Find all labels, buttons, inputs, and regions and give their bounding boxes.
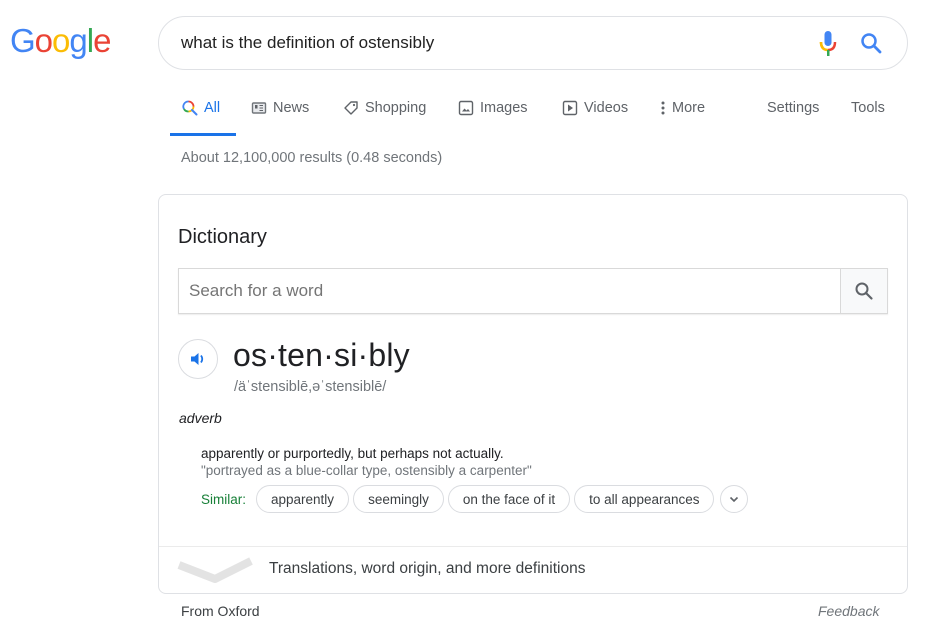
search-bar[interactable]: what is the definition of ostensibly [158, 16, 908, 70]
tab-label: All [204, 100, 221, 116]
tab-shopping[interactable]: Shopping [343, 100, 426, 116]
tab-news[interactable]: News [251, 100, 309, 116]
search-icon [855, 282, 873, 300]
source-attribution: From Oxford [181, 603, 260, 619]
logo-letter: o [34, 22, 53, 59]
tools-link[interactable]: Tools [851, 100, 885, 116]
more-vert-icon [660, 100, 666, 116]
search-icon[interactable] [859, 31, 883, 55]
tab-label: Shopping [365, 100, 427, 116]
pronunciation-button[interactable] [178, 339, 218, 379]
definition: apparently or purportedly, but perhaps n… [201, 446, 504, 461]
tab-label: Images [480, 100, 528, 116]
result-stats: About 12,100,000 results (0.48 seconds) [181, 150, 443, 166]
similar-label: Similar: [201, 491, 247, 507]
chevron-down-icon [177, 557, 253, 583]
tab-label: News [273, 100, 310, 116]
headword: os·ten·si·bly [233, 337, 410, 373]
logo-letter: o [52, 22, 70, 59]
card-title: Dictionary [178, 226, 267, 248]
google-logo[interactable]: Google [10, 22, 111, 60]
chevron-down-icon [730, 496, 739, 503]
tab-videos[interactable]: Videos [562, 100, 628, 116]
image-icon [458, 100, 474, 116]
tab-label: More [672, 100, 706, 116]
similar-chip[interactable]: to all appearances [574, 485, 715, 513]
more-definitions-toggle[interactable]: Translations, word origin, and more defi… [159, 547, 907, 593]
dictionary-search-button[interactable] [841, 269, 887, 313]
logo-letter: g [69, 22, 87, 59]
part-of-speech: adverb [179, 410, 222, 426]
tab-more[interactable]: More [660, 100, 705, 116]
expand-similar-button[interactable] [720, 485, 749, 513]
tab-all[interactable]: All [182, 100, 220, 116]
tab-label: Videos [584, 100, 629, 116]
microphone-icon[interactable] [819, 30, 837, 58]
dictionary-card: Dictionary os·ten·si·bly /äˈstensiblē,əˈ… [158, 194, 908, 594]
similar-words: Similar: apparently seemingly on the fac… [201, 485, 749, 513]
settings-link[interactable]: Settings [767, 100, 819, 116]
more-definitions-label: Translations, word origin, and more defi… [269, 560, 586, 577]
speaker-icon [191, 353, 204, 365]
search-input[interactable]: what is the definition of ostensibly [181, 33, 434, 53]
play-icon [562, 100, 578, 116]
similar-chip[interactable]: on the face of it [447, 485, 571, 513]
phonetic: /äˈstensiblē,əˈstensiblē/ [234, 379, 387, 395]
similar-chip[interactable]: seemingly [353, 485, 444, 513]
active-tab-indicator [170, 133, 236, 136]
dictionary-search-input[interactable] [179, 269, 841, 313]
similar-chip[interactable]: apparently [256, 485, 350, 513]
dictionary-search [178, 268, 888, 314]
feedback-link[interactable]: Feedback [818, 603, 879, 619]
newspaper-icon [251, 100, 267, 116]
tab-images[interactable]: Images [458, 100, 528, 116]
search-icon [182, 100, 198, 116]
tag-icon [343, 100, 359, 116]
example-sentence: "portrayed as a blue-collar type, ostens… [201, 463, 532, 478]
logo-letter: G [10, 22, 36, 59]
search-tabs: All News Shopping Images Videos More Set… [170, 96, 910, 136]
logo-letter: e [93, 22, 111, 59]
